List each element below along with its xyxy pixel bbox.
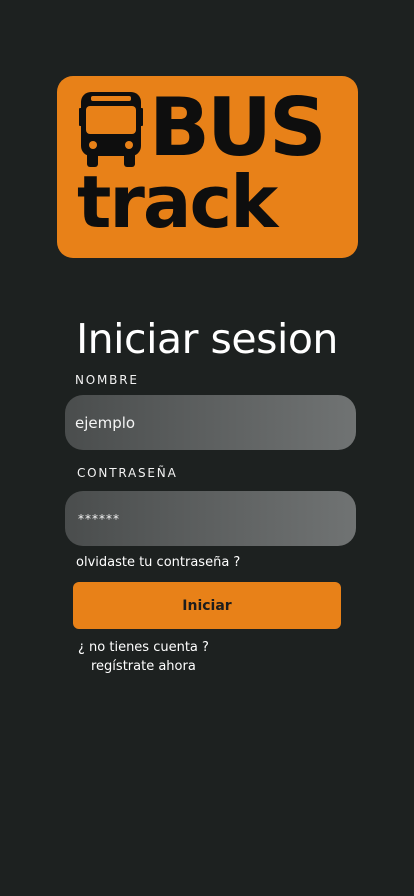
- bustrack-logo: BUS track: [57, 76, 358, 258]
- forgot-password-link[interactable]: olvidaste tu contraseña ?: [76, 555, 240, 570]
- name-label: NOMBRE: [75, 373, 139, 387]
- logo-text-track: track: [77, 160, 278, 244]
- password-input[interactable]: ******: [65, 491, 356, 546]
- register-link[interactable]: regístrate ahora: [91, 659, 196, 674]
- page-title: Iniciar sesion: [76, 315, 338, 363]
- password-label: CONTRASEÑA: [77, 466, 178, 480]
- no-account-text: ¿ no tienes cuenta ?: [78, 640, 209, 655]
- name-input[interactable]: ejemplo: [65, 395, 356, 450]
- name-input-value: ejemplo: [75, 413, 136, 432]
- bus-icon: [79, 92, 143, 167]
- password-input-value: ******: [78, 511, 120, 526]
- login-screen: BUS track Iniciar sesion NOMBRE ejemplo …: [0, 0, 414, 896]
- login-button[interactable]: Iniciar: [73, 582, 341, 629]
